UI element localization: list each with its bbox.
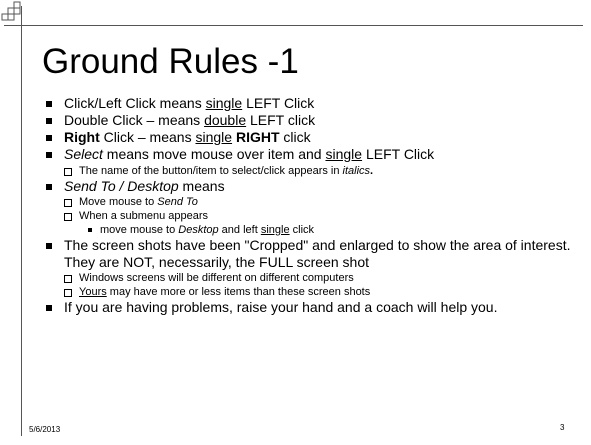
sub-bullet-yours-may-differ: Yours may have more or less items than t… xyxy=(44,285,574,299)
bullet-left-click: Click/Left Click means single LEFT Click xyxy=(44,95,574,112)
sub-bullet-italics: The name of the button/item to select/cl… xyxy=(44,164,574,178)
top-divider-line xyxy=(4,25,583,26)
bullet-list: Click/Left Click means single LEFT Click… xyxy=(44,95,574,316)
bullet-problems-help: If you are having problems, raise your h… xyxy=(44,299,574,316)
bullet-cropped-screenshots: The screen shots have been "Cropped" and… xyxy=(44,237,574,271)
slide-title: Ground Rules -1 xyxy=(42,42,299,81)
grid-decoration-icon xyxy=(1,1,21,21)
sub-bullet-move-to-send-to: Move mouse to Send To xyxy=(44,195,574,209)
bullet-double-click: Double Click – means double LEFT click xyxy=(44,112,574,129)
sub-bullet-windows-screens: Windows screens will be different on dif… xyxy=(44,271,574,285)
left-divider-line xyxy=(21,6,22,436)
slide-number: 3 xyxy=(560,423,565,432)
sub-sub-bullet-desktop: move mouse to Desktop and left single cl… xyxy=(44,223,574,237)
bullet-select: Select means move mouse over item and si… xyxy=(44,146,574,163)
bullet-send-to-desktop: Send To / Desktop means xyxy=(44,178,574,195)
sub-bullet-submenu: When a submenu appears xyxy=(44,209,574,223)
slide: Ground Rules -1 Click/Left Click means s… xyxy=(0,0,591,445)
footer-date: 5/6/2013 xyxy=(29,425,61,434)
bullet-right-click: Right Click – means single RIGHT click xyxy=(44,129,574,146)
